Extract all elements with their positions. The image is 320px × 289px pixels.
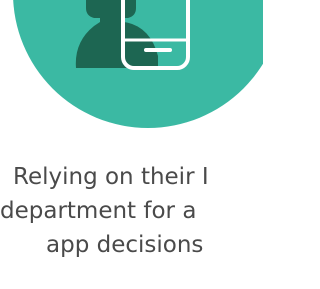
person-with-phone-icon: [75, 0, 190, 70]
person-body-shape: [75, 18, 158, 68]
person-head-shape: [86, 0, 136, 18]
caption-line-3: app decisions: [46, 232, 204, 258]
caption-line-1: Relying on their I: [13, 164, 209, 190]
caption-line-2: department for a: [0, 198, 197, 224]
infographic-card: Relying on their I department for a app …: [0, 0, 263, 289]
